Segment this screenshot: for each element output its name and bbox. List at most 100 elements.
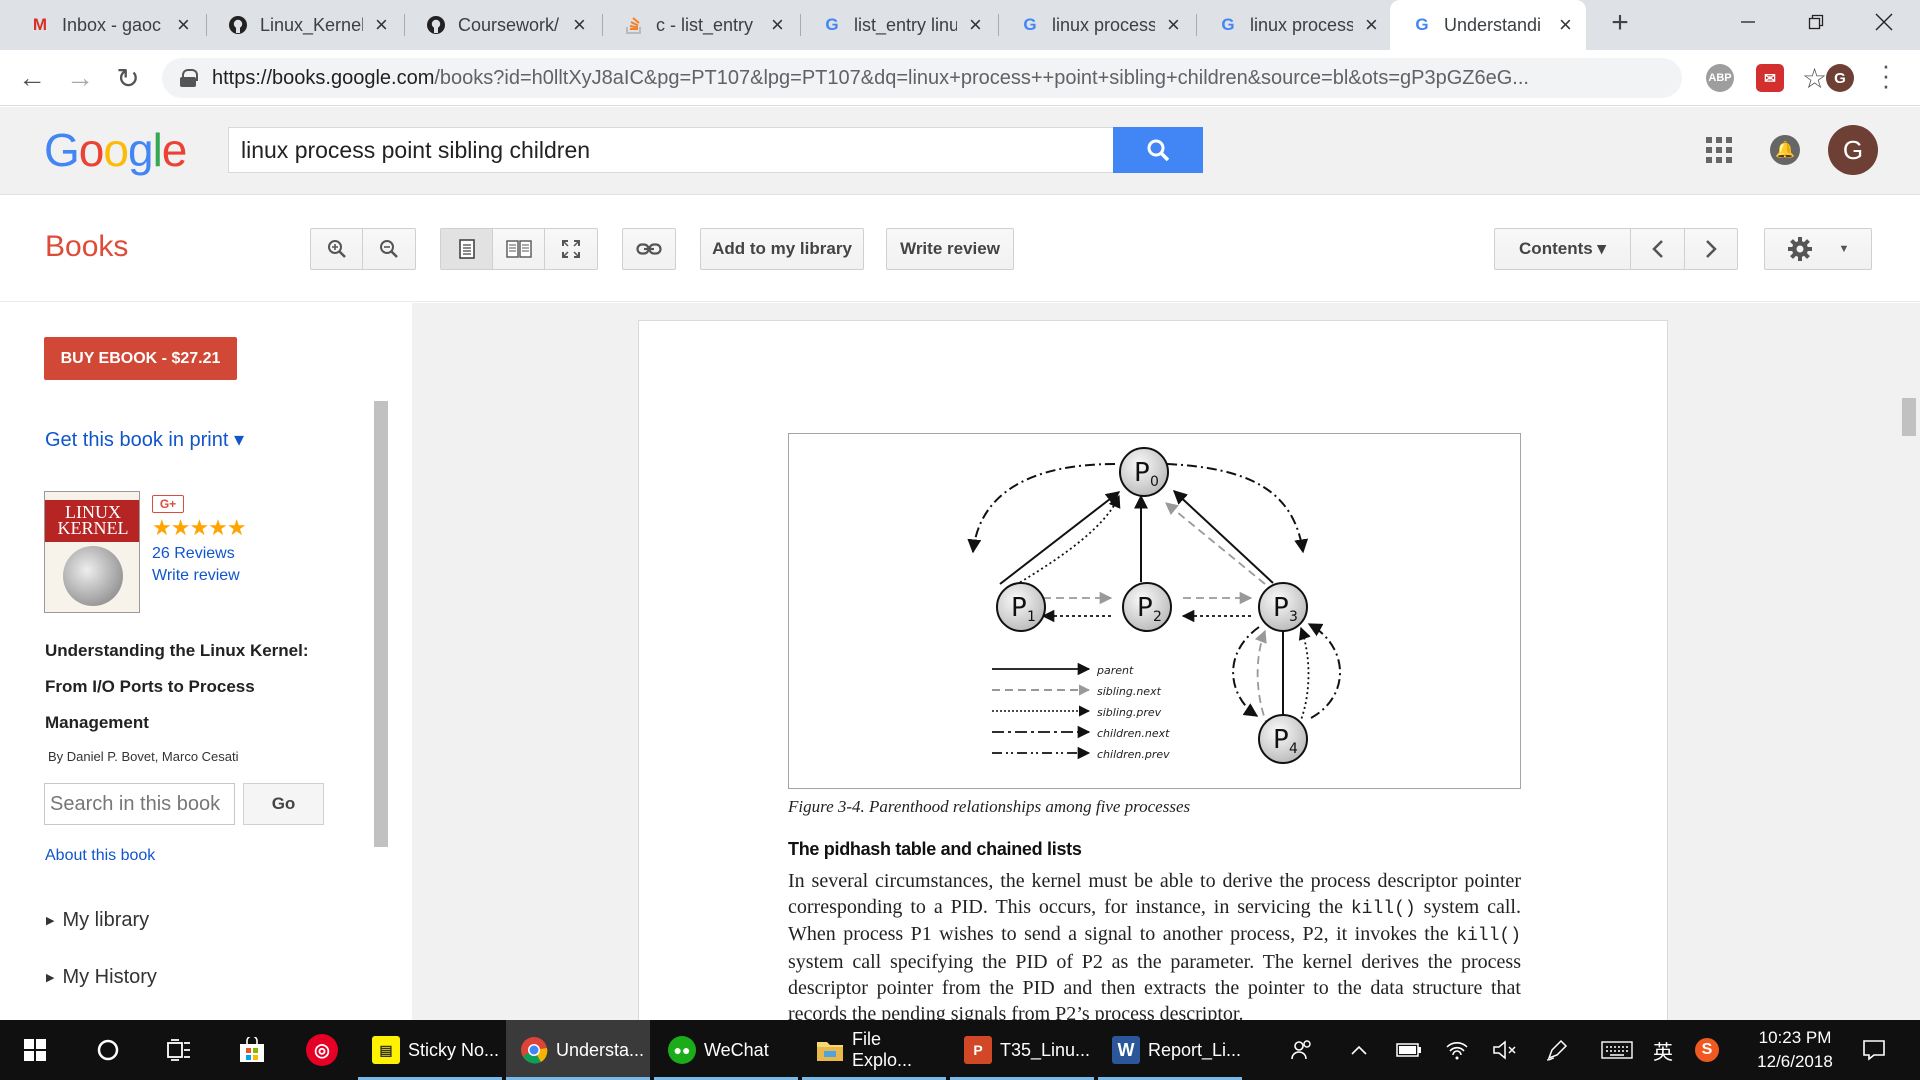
task-label: WeChat <box>704 1039 769 1060</box>
extension-red-icon[interactable]: ✉ <box>1756 64 1784 92</box>
next-page-button[interactable] <box>1685 229 1737 269</box>
viewer-scrollbar[interactable] <box>1902 398 1916 436</box>
task-chrome[interactable]: Understa... <box>506 1020 650 1080</box>
netease-music-button[interactable]: ◎ <box>290 1020 354 1080</box>
task-sticky-notes[interactable]: ▤ Sticky No... <box>358 1020 502 1080</box>
cortana-circle-icon <box>97 1039 119 1061</box>
buy-ebook-button[interactable]: BUY EBOOK - $27.21 <box>44 337 237 380</box>
close-icon[interactable]: × <box>175 12 192 38</box>
minimize-button[interactable] <box>1716 0 1780 44</box>
single-page-button[interactable] <box>441 229 493 269</box>
search-in-book-go-button[interactable]: Go <box>243 783 324 825</box>
tab-title: Linux_Kernel <box>260 14 363 35</box>
tab-title: c - list_entry <box>656 14 754 35</box>
prev-page-button[interactable] <box>1631 229 1685 269</box>
books-title[interactable]: Books <box>45 230 128 264</box>
task-file-explorer[interactable]: File Explo... <box>802 1020 946 1080</box>
svg-text:P: P <box>1137 593 1153 623</box>
tab-understanding-active[interactable]: G Understandi × <box>1390 0 1586 50</box>
my-library-item[interactable]: ▶ My library <box>46 909 149 932</box>
sidebar-scrollbar[interactable] <box>374 401 388 847</box>
task-wechat[interactable]: ●● WeChat <box>654 1020 798 1080</box>
address-bar[interactable]: https://books.google.com/books?id=h0lltX… <box>162 58 1827 98</box>
show-hidden-icons-chevron-icon[interactable] <box>1344 1020 1374 1080</box>
write-review-link[interactable]: Write review <box>152 567 240 585</box>
code-kill-2: kill() <box>1456 926 1521 947</box>
close-icon[interactable]: × <box>1363 12 1380 38</box>
task-view-button[interactable] <box>148 1020 212 1080</box>
tab-google-list-entry[interactable]: G list_entry linu × <box>800 0 996 50</box>
search-input[interactable]: linux process point sibling children <box>228 127 1114 173</box>
tab-title: linux process <box>1052 14 1155 35</box>
tab-stackoverflow[interactable]: c - list_entry × <box>602 0 798 50</box>
contents-dropdown[interactable]: Contents ▾ <box>1495 229 1631 269</box>
task-word[interactable]: W Report_Li... <box>1098 1020 1242 1080</box>
close-icon[interactable]: × <box>571 12 588 38</box>
restore-button[interactable] <box>1784 0 1848 44</box>
close-window-button[interactable] <box>1852 0 1916 44</box>
system-clock[interactable]: 10:23 PM 12/6/2018 <box>1740 1026 1850 1074</box>
close-icon[interactable]: × <box>769 12 786 38</box>
task-powerpoint[interactable]: P T35_Linu... <box>950 1020 1094 1080</box>
close-icon[interactable]: × <box>967 12 984 38</box>
settings-button[interactable]: ▼ <box>1765 229 1871 269</box>
adblock-extension-icon[interactable]: ABP <box>1706 64 1734 92</box>
close-icon[interactable]: × <box>1557 12 1574 38</box>
action-center-icon[interactable] <box>1852 1020 1896 1080</box>
fullscreen-icon <box>562 240 580 258</box>
apps-grid-icon[interactable] <box>1706 137 1732 163</box>
store-button[interactable] <box>220 1020 284 1080</box>
notifications-bell-icon[interactable]: 🔔 <box>1770 135 1800 165</box>
edge-parent-p3 <box>1172 490 1274 584</box>
reload-icon[interactable]: ↻ <box>110 62 146 95</box>
write-review-button[interactable]: Write review <box>887 229 1013 269</box>
google-plus-button[interactable]: G+ <box>152 495 184 513</box>
new-tab-button[interactable]: + <box>1602 6 1638 40</box>
zoom-in-button[interactable] <box>311 229 363 269</box>
profile-avatar[interactable]: G <box>1826 64 1854 92</box>
book-cover-image[interactable]: LINUX KERNEL <box>44 491 140 613</box>
chevron-left-icon <box>1651 240 1663 258</box>
back-icon[interactable]: ← <box>14 62 50 94</box>
volume-muted-icon[interactable] <box>1488 1020 1522 1080</box>
chevron-right-icon <box>1706 240 1717 258</box>
search-in-book-input[interactable]: Search in this book <box>44 783 235 825</box>
search-button[interactable] <box>1113 127 1203 173</box>
tab-google-linux-process-2[interactable]: G linux process × <box>1196 0 1392 50</box>
cortana-button[interactable] <box>76 1020 140 1080</box>
tab-github-coursework[interactable]: Coursework/ × <box>404 0 600 50</box>
bookmark-star-icon[interactable]: ☆ <box>1802 62 1827 95</box>
sogou-ime-icon[interactable]: S <box>1690 1020 1724 1080</box>
google-logo[interactable]: Google <box>44 123 187 177</box>
browser-menu-icon[interactable]: · · · <box>1878 52 1894 98</box>
zoom-out-button[interactable] <box>363 229 415 269</box>
reviews-link[interactable]: 26 Reviews <box>152 545 235 563</box>
url-path: /books?id=h0lltXyJ8aIC&pg=PT107&lpg=PT10… <box>434 66 1529 89</box>
my-history-item[interactable]: ▶ My History <box>46 966 157 989</box>
browser-toolbar: ← → ↻ https://books.google.com/books?id=… <box>0 50 1920 106</box>
forward-icon[interactable]: → <box>62 62 98 94</box>
close-icon[interactable]: × <box>1165 12 1182 38</box>
start-button[interactable] <box>0 1020 70 1080</box>
node-p3: P 3 <box>1258 582 1308 632</box>
about-this-book-link[interactable]: About this book <box>45 847 155 865</box>
triangle-right-icon: ▶ <box>46 972 55 984</box>
keyboard-icon[interactable] <box>1596 1020 1638 1080</box>
get-in-print-link[interactable]: Get this book in print ▾ <box>45 427 244 452</box>
powerpoint-icon: P <box>964 1036 992 1064</box>
pen-ink-icon[interactable] <box>1540 1020 1574 1080</box>
battery-icon[interactable] <box>1392 1020 1426 1080</box>
tab-github-kernel[interactable]: Linux_Kernel × <box>206 0 402 50</box>
tab-google-linux-process-1[interactable]: G linux process × <box>998 0 1194 50</box>
account-avatar[interactable]: G <box>1828 125 1878 175</box>
ime-indicator[interactable]: 英 <box>1648 1020 1678 1080</box>
add-to-library-button[interactable]: Add to my library <box>701 229 863 269</box>
people-icon[interactable] <box>1284 1020 1320 1080</box>
link-button[interactable] <box>623 229 675 269</box>
wifi-icon[interactable] <box>1440 1020 1474 1080</box>
edge-dotted-p1 <box>1006 494 1121 591</box>
fullscreen-button[interactable] <box>545 229 597 269</box>
tab-gmail[interactable]: M Inbox - gaoc × <box>8 0 204 50</box>
close-icon[interactable]: × <box>373 12 390 38</box>
two-page-button[interactable] <box>493 229 545 269</box>
